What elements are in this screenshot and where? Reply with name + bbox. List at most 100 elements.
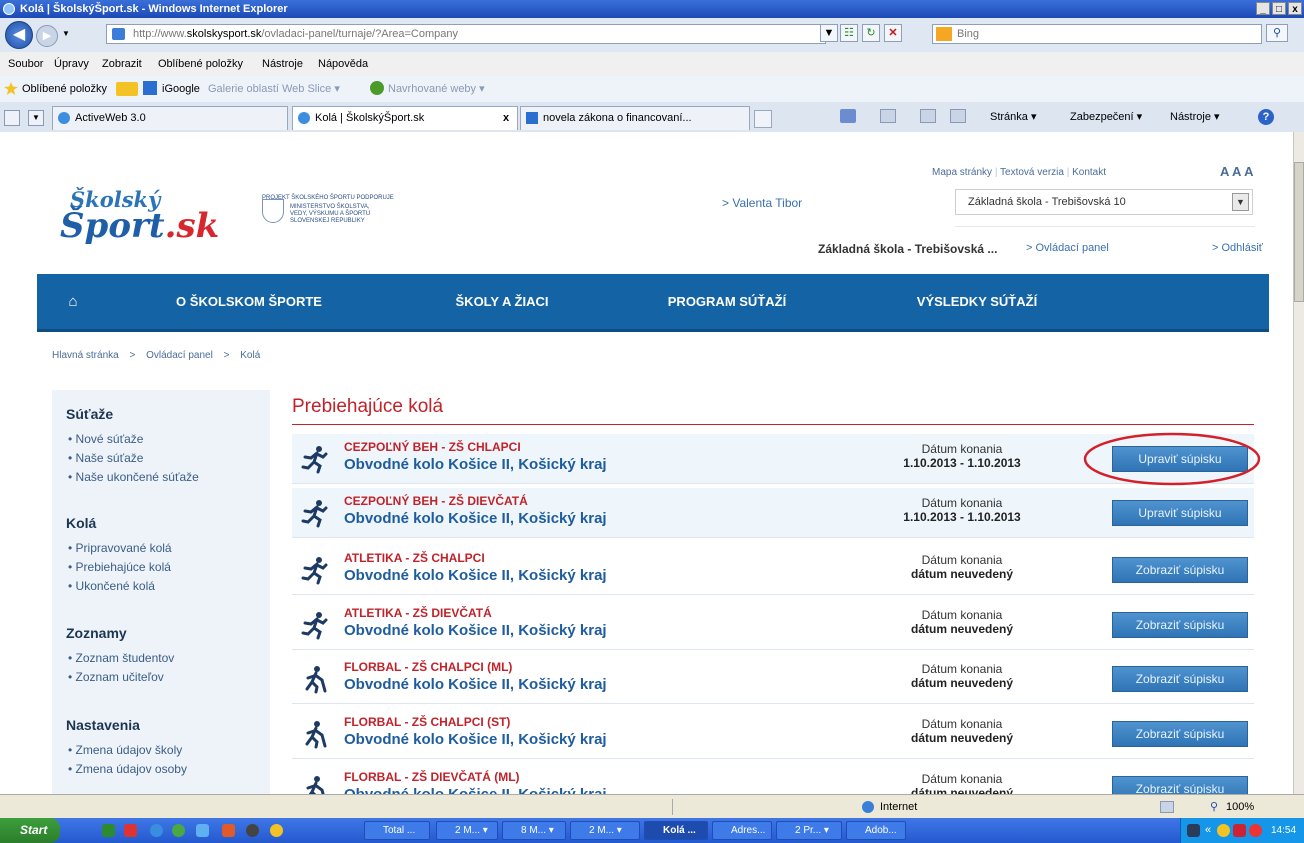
round-title[interactable]: FLORBAL - ZŠ CHALPCI (ST): [344, 715, 510, 729]
logout-link[interactable]: > Odhlásiť: [1212, 242, 1263, 254]
quicklaunch-icon-2[interactable]: [124, 824, 137, 837]
sidebar-link-teachers[interactable]: Zoznam učiteľov: [68, 670, 164, 684]
sidebar-link-running-rounds[interactable]: Prebiehajúce kolá: [68, 560, 171, 574]
view-roster-button[interactable]: Zobraziť súpisku: [1112, 721, 1248, 747]
print-icon[interactable]: [950, 109, 966, 123]
fav-suggested-sites[interactable]: Navrhované weby ▾: [388, 76, 485, 102]
edit-roster-button[interactable]: Upraviť súpisku: [1112, 500, 1248, 526]
read-mail-icon[interactable]: [920, 109, 936, 123]
round-subtitle[interactable]: Obvodné kolo Košice II, Košický kraj: [344, 567, 607, 584]
round-subtitle[interactable]: Obvodné kolo Košice II, Košický kraj: [344, 731, 607, 748]
favorites-label[interactable]: Oblíbené položky: [22, 76, 107, 102]
sidebar-link-our-competitions[interactable]: Naše súťaže: [68, 451, 144, 465]
home-nav-icon[interactable]: ⌂: [37, 274, 109, 329]
task-excel[interactable]: 8 M... ▾: [502, 821, 566, 840]
view-roster-button[interactable]: Zobraziť súpisku: [1112, 557, 1248, 583]
tray-expand-chevron[interactable]: «: [1205, 818, 1211, 843]
tray-icon-3[interactable]: [1233, 824, 1246, 837]
nav-program[interactable]: PROGRAM SÚŤAŽÍ: [637, 274, 817, 329]
quicklaunch-icon-7[interactable]: [246, 824, 259, 837]
sidebar-link-finished-rounds[interactable]: Ukončené kolá: [68, 579, 155, 593]
protected-mode-icon[interactable]: [1160, 801, 1174, 813]
user-link[interactable]: > Valenta Tibor: [722, 196, 802, 210]
task-adresar[interactable]: Adres...: [712, 821, 772, 840]
tab-kola[interactable]: Kolá | ŠkolskýŠport.sk x: [292, 106, 518, 130]
view-roster-button[interactable]: Zobraziť súpisku: [1112, 776, 1248, 794]
quicklaunch-icon-6[interactable]: [222, 824, 235, 837]
help-icon[interactable]: ?: [1258, 109, 1274, 125]
round-title[interactable]: FLORBAL - ZŠ DIEVČATÁ (ML): [344, 770, 520, 784]
nav-about[interactable]: O ŠKOLSKOM ŠPORTE: [149, 274, 349, 329]
tray-icon-4[interactable]: [1249, 824, 1262, 837]
tray-icon-1[interactable]: [1187, 824, 1200, 837]
quicklaunch-icon-4[interactable]: [172, 824, 185, 837]
task-adobe[interactable]: Adob...: [846, 821, 906, 840]
task-word[interactable]: 2 M... ▾: [570, 821, 640, 840]
search-input[interactable]: Bing: [932, 24, 1262, 44]
round-subtitle[interactable]: Obvodné kolo Košice II, Košický kraj: [344, 676, 607, 693]
task-explorer[interactable]: 2 Pr... ▾: [776, 821, 842, 840]
control-panel-link[interactable]: > Ovládací panel: [1026, 242, 1109, 254]
round-subtitle[interactable]: Obvodné kolo Košice II, Košický kraj: [344, 622, 607, 639]
forward-button[interactable]: ▶: [36, 25, 58, 47]
zoom-icon[interactable]: ⚲: [1210, 801, 1220, 813]
tab-activeweb[interactable]: ActiveWeb 3.0: [52, 106, 288, 130]
breadcrumb-control-panel[interactable]: Ovládací panel: [146, 350, 213, 361]
menu-view[interactable]: Zobrazit: [102, 52, 142, 76]
close-window-button[interactable]: x: [1288, 2, 1302, 15]
tab-novela[interactable]: novela zákona o financovaní...: [520, 106, 750, 130]
quicklaunch-icon-5[interactable]: [196, 824, 209, 837]
nav-results[interactable]: VÝSLEDKY SÚŤAŽÍ: [877, 274, 1077, 329]
sidebar-link-planned-rounds[interactable]: Pripravované kolá: [68, 541, 172, 555]
round-title[interactable]: ATLETIKA - ZŠ DIEVČATÁ: [344, 606, 492, 620]
zoom-level[interactable]: 100%: [1226, 795, 1254, 819]
task-total-commander[interactable]: Total ...: [364, 821, 430, 840]
search-icon[interactable]: ⚲: [1266, 24, 1288, 42]
quick-tabs-icon[interactable]: [4, 110, 20, 126]
breadcrumb-home[interactable]: Hlavná stránka: [52, 350, 119, 361]
sidebar-link-person-data[interactable]: Zmena údajov osoby: [68, 762, 187, 776]
round-subtitle[interactable]: Obvodné kolo Košice II, Košický kraj: [344, 510, 607, 527]
page-menu[interactable]: Stránka ▾: [990, 102, 1037, 132]
close-tab-icon[interactable]: x: [503, 107, 509, 129]
fav-webslice-gallery[interactable]: Galerie oblastí Web Slice ▾: [208, 76, 340, 102]
tray-icon-2[interactable]: [1217, 824, 1230, 837]
round-title[interactable]: ATLETIKA - ZŠ CHALPCI: [344, 551, 485, 565]
back-button[interactable]: ◀: [5, 21, 33, 49]
sidebar-link-new-competitions[interactable]: Nové súťaže: [68, 432, 144, 446]
compatibility-icon[interactable]: ☷: [840, 24, 858, 42]
round-subtitle[interactable]: Obvodné kolo Košice II, Košický kraj: [344, 786, 607, 794]
view-roster-button[interactable]: Zobraziť súpisku: [1112, 612, 1248, 638]
tab-list-dropdown[interactable]: ▼: [28, 110, 44, 126]
round-title[interactable]: CEZPOĽNÝ BEH - ZŠ DIEVČATÁ: [344, 494, 528, 508]
nav-schools[interactable]: ŠKOLY A ŽIACI: [417, 274, 587, 329]
maximize-button[interactable]: □: [1272, 2, 1286, 15]
round-subtitle[interactable]: Obvodné kolo Košice II, Košický kraj: [344, 456, 607, 473]
address-input[interactable]: http://www.skolskysport.sk/ovladaci-pane…: [106, 24, 826, 44]
menu-help[interactable]: Nápověda: [318, 52, 368, 76]
menu-edit[interactable]: Úpravy: [54, 52, 89, 76]
start-button[interactable]: Start: [0, 818, 60, 843]
task-ie-kola[interactable]: Kolá ...: [644, 821, 708, 840]
address-dropdown[interactable]: ▼: [820, 24, 838, 42]
contact-link[interactable]: Kontakt: [1072, 167, 1106, 178]
fav-igoogle[interactable]: iGoogle: [162, 76, 200, 102]
refresh-icon[interactable]: ↻: [862, 24, 880, 42]
feeds-icon[interactable]: [880, 109, 896, 123]
scrollbar-thumb[interactable]: [1294, 162, 1304, 302]
add-favorite-icon[interactable]: [116, 82, 138, 96]
font-size-controls[interactable]: A A A: [1220, 164, 1253, 179]
sidebar-link-school-data[interactable]: Zmena údajov školy: [68, 743, 183, 757]
round-title[interactable]: FLORBAL - ZŠ CHALPCI (ML): [344, 660, 512, 674]
history-dropdown[interactable]: ▼: [62, 29, 70, 38]
menu-favorites[interactable]: Oblíbené položky: [158, 52, 243, 76]
text-version-link[interactable]: Textová verzia: [1000, 167, 1064, 178]
stop-icon[interactable]: ✕: [884, 24, 902, 42]
sitemap-link[interactable]: Mapa stránky: [932, 167, 992, 178]
sidebar-link-finished-competitions[interactable]: Naše ukončené súťaže: [68, 470, 199, 484]
menu-file[interactable]: Soubor: [8, 52, 43, 76]
safety-menu[interactable]: Zabezpečení ▾: [1070, 102, 1142, 132]
vertical-scrollbar[interactable]: [1293, 132, 1304, 794]
task-group-1[interactable]: 2 M... ▾: [436, 821, 498, 840]
tools-menu[interactable]: Nástroje ▾: [1170, 102, 1220, 132]
